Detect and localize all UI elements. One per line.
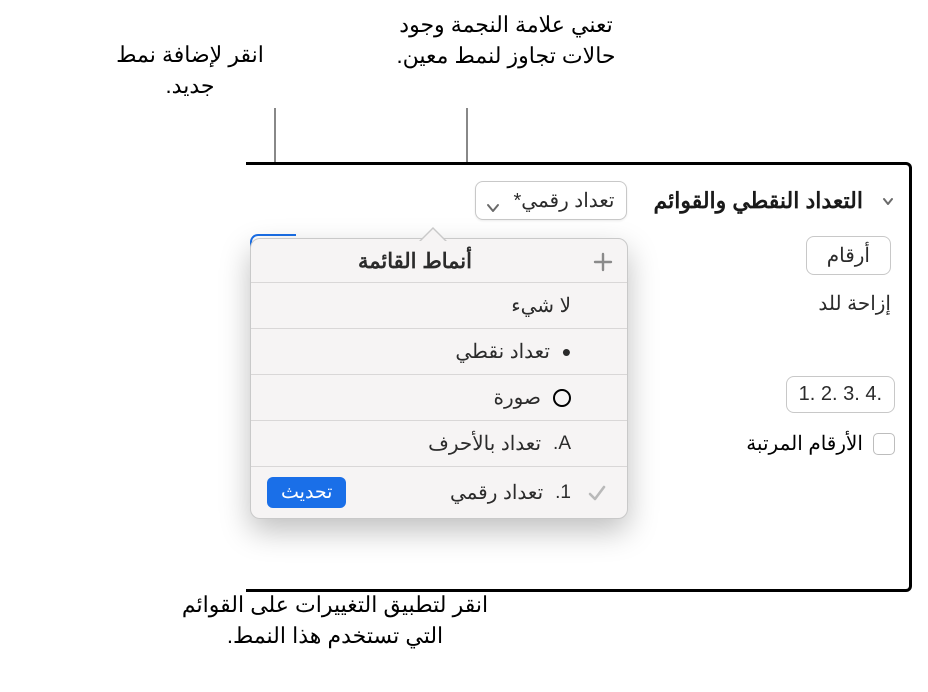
section-header-row: التعداد النقطي والقوائم تعداد رقمي* [246,175,895,232]
ordered-numbers-label: الأرقام المرتبة [746,431,863,456]
checkmark-icon [583,483,611,503]
disclosure-chevron-icon[interactable] [881,194,895,208]
style-item-none[interactable]: لا شيء [251,283,627,329]
ordered-numbers-checkbox[interactable] [873,433,895,455]
popover-title: أنماط القائمة [239,249,591,274]
style-item-lettered[interactable]: A. تعداد بالأحرف [251,421,627,467]
number-prefix: 1. [555,482,571,504]
callout-asterisk: تعني علامة النجمة وجود حالات تجاوز لنمط … [376,10,636,72]
callout-update: انقر لتطبيق التغييرات على القوائم التي ت… [170,590,500,652]
style-item-label: صورة [494,385,541,410]
style-item-numbered[interactable]: 1. تعداد رقمي تحديث [251,467,627,518]
image-bullet-icon [553,389,571,407]
style-item-image[interactable]: صورة [251,375,627,421]
section-title: التعداد النقطي والقوائم [653,188,863,214]
callout-add-style: انقر لإضافة نمط جديد. [105,40,275,102]
style-item-bulleted[interactable]: • تعداد نقطي [251,329,627,375]
style-item-label: تعداد بالأحرف [428,431,541,456]
add-style-button[interactable] [591,250,615,274]
style-item-label: لا شيء [511,293,571,318]
list-style-label: تعداد رقمي* [514,188,615,213]
numbers-button[interactable]: أرقام [806,236,891,275]
list-styles-popover: أنماط القائمة لا شيء • تعداد نقطي صورة A… [250,238,628,519]
update-style-button[interactable]: تحديث [267,477,346,508]
list-style-dropdown[interactable]: تعداد رقمي* [475,181,628,220]
popover-header: أنماط القائمة [251,239,627,283]
style-item-label: تعداد رقمي [450,480,543,505]
style-item-label: تعداد نقطي [455,339,550,364]
chevron-down-icon [486,196,500,206]
letter-prefix: A. [553,433,571,455]
number-format-example[interactable]: 1. 2. 3. 4. [786,376,895,413]
